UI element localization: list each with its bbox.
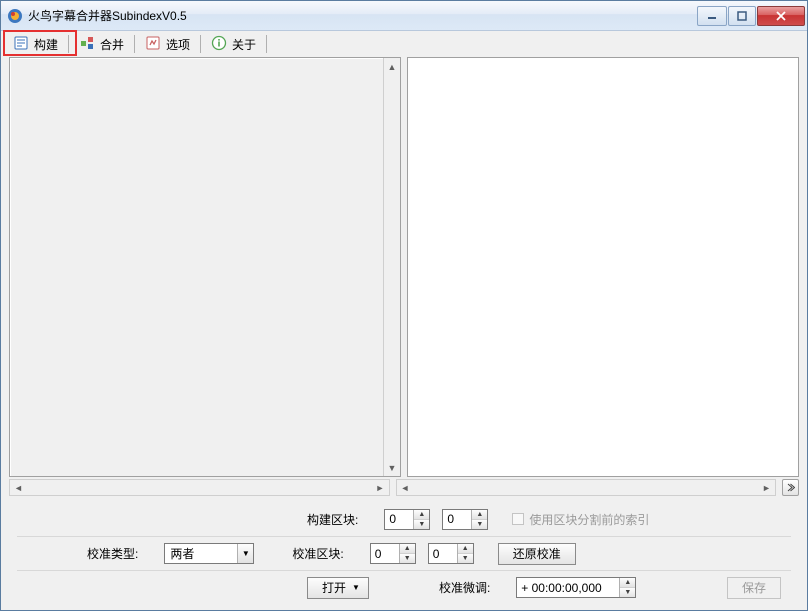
use-presplit-checkbox (512, 513, 524, 525)
calib-block-b-input[interactable] (429, 544, 457, 563)
spin-down[interactable]: ▼ (472, 520, 487, 529)
controls-panel: 构建区块: ▲▼ ▲▼ 使用区块分割前的索引 校准类型: (9, 496, 799, 604)
scroll-left-arrow[interactable]: ◄ (397, 480, 414, 495)
left-pane: ▲ ▼ (9, 57, 401, 477)
scroll-track[interactable] (414, 480, 759, 495)
toolbar-separator (200, 35, 201, 53)
calib-block-b-spinner[interactable]: ▲▼ (428, 543, 474, 564)
calib-fine-spinner[interactable]: ▲▼ (516, 577, 636, 598)
right-pane (407, 57, 799, 477)
window-title: 火鸟字幕合并器SubindexV0.5 (28, 7, 697, 24)
left-vscrollbar[interactable]: ▲ ▼ (383, 58, 400, 476)
horizontal-scroll-row: ◄ ► ◄ ► (9, 479, 799, 496)
build-block-label: 构建区块: (307, 511, 358, 528)
left-hscrollbar[interactable]: ◄ ► (9, 479, 390, 496)
calib-block-label: 校准区块: (292, 545, 343, 562)
spin-up[interactable]: ▲ (458, 544, 473, 554)
revert-calib-label: 还原校准 (513, 545, 561, 562)
app-window: 火鸟字幕合并器SubindexV0.5 构建 合并 选项 (0, 0, 808, 611)
toolbar-separator (68, 35, 69, 53)
titlebar[interactable]: 火鸟字幕合并器SubindexV0.5 (1, 1, 807, 31)
use-presplit-label: 使用区块分割前的索引 (529, 511, 649, 528)
scroll-left-arrow[interactable]: ◄ (10, 480, 27, 495)
build-block-b-input[interactable] (443, 510, 471, 529)
tab-merge-label: 合并 (100, 36, 124, 53)
tab-about-label: 关于 (232, 36, 256, 53)
left-pane-body[interactable]: ▲ ▼ (9, 57, 401, 477)
tab-merge[interactable]: 合并 (70, 31, 133, 57)
scroll-track[interactable] (27, 480, 372, 495)
app-icon (7, 8, 23, 24)
panes: ▲ ▼ (9, 57, 799, 477)
calib-fine-label: 校准微调: (439, 579, 490, 596)
tab-about[interactable]: 关于 (202, 31, 265, 57)
close-button[interactable] (757, 6, 805, 26)
build-block-b-spinner[interactable]: ▲▼ (442, 509, 488, 530)
maximize-button[interactable] (728, 6, 756, 26)
calib-type-value: 两者 (170, 545, 237, 562)
scroll-right-arrow[interactable]: ► (372, 480, 389, 495)
options-icon (145, 35, 161, 54)
spin-down[interactable]: ▼ (458, 554, 473, 563)
chevron-down-icon: ▼ (352, 583, 360, 592)
build-icon (13, 35, 29, 54)
expand-chevron-button[interactable] (782, 479, 799, 496)
right-pane-body[interactable] (407, 57, 799, 477)
tab-build-label: 构建 (34, 36, 58, 53)
calib-block-a-spinner[interactable]: ▲▼ (370, 543, 416, 564)
bottom-row: 打开 ▼ 校准微调: ▲▼ 保存 (17, 570, 791, 604)
window-controls (697, 6, 805, 26)
tab-build[interactable]: 构建 (4, 31, 67, 57)
calib-fine-input[interactable] (517, 578, 619, 597)
spin-down[interactable]: ▼ (414, 520, 429, 529)
scroll-down-arrow[interactable]: ▼ (384, 459, 400, 476)
toolbar-separator (266, 35, 267, 53)
scroll-track[interactable] (384, 75, 400, 459)
calib-type-combo[interactable]: 两者 ▼ (164, 543, 254, 564)
save-button: 保存 (727, 577, 781, 599)
spin-down[interactable]: ▼ (620, 588, 635, 597)
toolbar: 构建 合并 选项 关于 (1, 31, 807, 57)
open-button[interactable]: 打开 ▼ (307, 577, 369, 599)
calib-block-a-input[interactable] (371, 544, 399, 563)
build-block-a-spinner[interactable]: ▲▼ (384, 509, 430, 530)
spin-up[interactable]: ▲ (400, 544, 415, 554)
tab-options[interactable]: 选项 (136, 31, 199, 57)
open-button-label: 打开 (322, 579, 346, 596)
build-block-a-input[interactable] (385, 510, 413, 529)
revert-calib-button[interactable]: 还原校准 (498, 543, 576, 565)
scroll-up-arrow[interactable]: ▲ (384, 58, 400, 75)
tab-options-label: 选项 (166, 36, 190, 53)
content-area: ▲ ▼ ◄ ► ◄ ► (1, 57, 807, 610)
spin-up[interactable]: ▲ (472, 510, 487, 520)
build-block-row: 构建区块: ▲▼ ▲▼ 使用区块分割前的索引 (17, 502, 791, 536)
calib-row: 校准类型: 两者 ▼ 校准区块: ▲▼ ▲▼ (17, 536, 791, 570)
right-hscrollbar[interactable]: ◄ ► (396, 479, 777, 496)
spin-down[interactable]: ▼ (400, 554, 415, 563)
spin-up[interactable]: ▲ (414, 510, 429, 520)
toolbar-separator (134, 35, 135, 53)
chevron-down-icon[interactable]: ▼ (237, 544, 253, 563)
minimize-button[interactable] (697, 6, 727, 26)
calib-type-label: 校准类型: (87, 545, 138, 562)
scroll-right-arrow[interactable]: ► (758, 480, 775, 495)
save-button-label: 保存 (742, 579, 766, 596)
spin-up[interactable]: ▲ (620, 578, 635, 588)
about-icon (211, 35, 227, 54)
merge-icon (79, 35, 95, 54)
